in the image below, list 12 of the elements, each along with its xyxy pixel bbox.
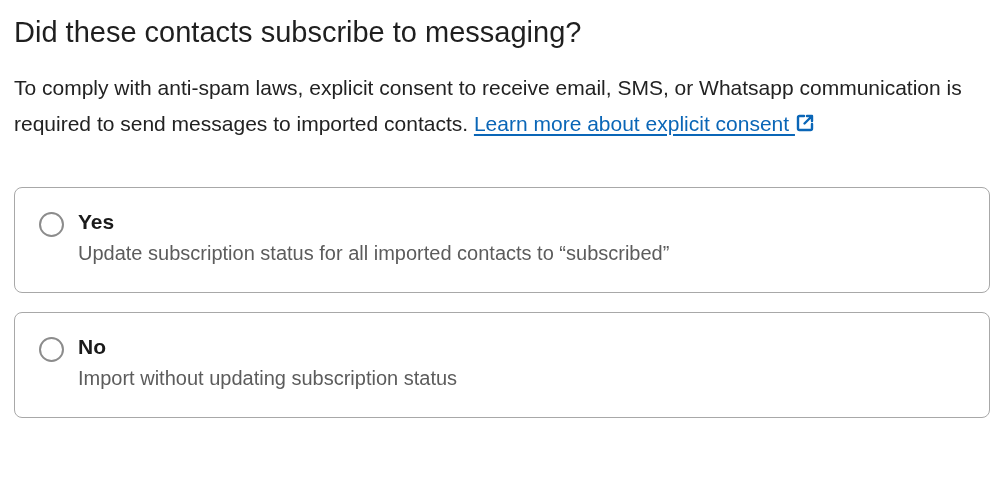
option-label: No — [78, 335, 107, 359]
option-card[interactable]: Yes Update subscription status for all imported contacts to “subscribed” — [14, 187, 990, 293]
radio-button[interactable] — [39, 212, 64, 237]
option-card[interactable]: No Import without updating subscription status — [14, 312, 990, 418]
consent-paragraph: To comply with anti-spam laws, explicit consent to receive email, SMS, or Whatsapp communication is required to send messages to imported contacts. Learn more about explicit consent — [14, 75, 963, 137]
external-link-icon — [794, 112, 815, 133]
learn-more-link[interactable]: Learn more about explicit consent — [473, 111, 815, 135]
option-description: Update subscription status for all imported contacts to “subscribed” — [78, 242, 670, 265]
radio-button[interactable] — [39, 337, 64, 362]
question-heading: Did these contacts subscribe to messaging? — [14, 15, 583, 50]
option-description: Import without updating subscription status — [78, 367, 458, 390]
option-label: Yes — [78, 210, 116, 234]
